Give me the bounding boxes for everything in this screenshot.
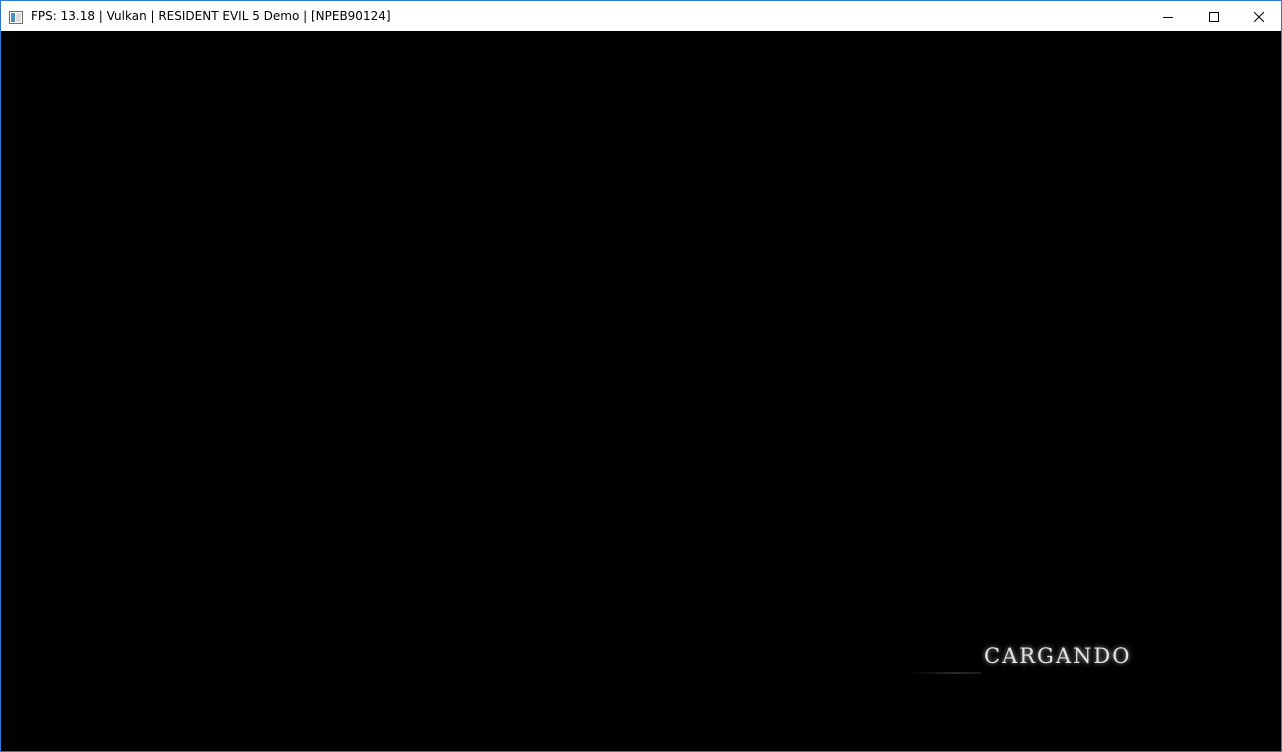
window-app-icon[interactable] — [9, 9, 23, 24]
game-viewport[interactable]: CARGANDO — [1, 31, 1281, 751]
loading-divider — [911, 672, 981, 674]
maximize-button[interactable] — [1191, 1, 1237, 31]
minimize-icon — [1163, 7, 1173, 26]
maximize-icon — [1209, 7, 1219, 26]
loading-label: CARGANDO — [984, 644, 1132, 668]
title-bar[interactable]: FPS: 13.18 | Vulkan | RESIDENT EVIL 5 De… — [1, 1, 1281, 31]
emulator-window: FPS: 13.18 | Vulkan | RESIDENT EVIL 5 De… — [0, 0, 1282, 752]
close-button[interactable] — [1236, 1, 1282, 31]
minimize-button[interactable] — [1145, 1, 1191, 31]
window-title: FPS: 13.18 | Vulkan | RESIDENT EVIL 5 De… — [31, 9, 391, 23]
close-icon — [1253, 7, 1265, 26]
